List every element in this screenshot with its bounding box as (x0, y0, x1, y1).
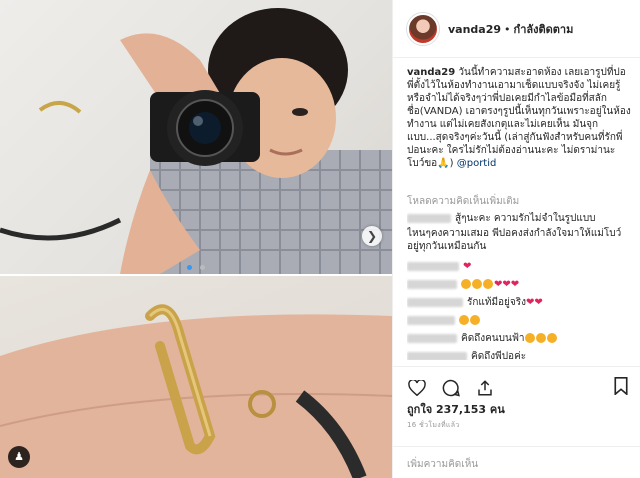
user-tag-icon[interactable]: ♟ (8, 446, 30, 468)
caption-mention[interactable]: @portid (457, 158, 497, 169)
post-header: vanda29 • กำลังติดตาม (393, 0, 640, 58)
smile-emoji-icon (483, 279, 493, 289)
load-more-comments[interactable]: โหลดความคิดเห็นเพิ่มเติม (407, 194, 519, 209)
heart-emoji-icon: ❤ (463, 261, 472, 272)
blurred-username (407, 297, 463, 307)
blurred-username (407, 351, 467, 360)
blurred-username (407, 333, 457, 343)
sad-emoji-icon (524, 333, 535, 343)
smile-emoji-icon (470, 315, 480, 325)
comment-text: คิดถึงพี่ปอค่ะ (471, 351, 527, 360)
comment-row (407, 314, 635, 327)
sad-emoji-icon (535, 333, 546, 343)
comment-text: สู้ๆนะคะ ความรักไม่จำในรูปแบบ (455, 213, 596, 224)
username-link[interactable]: vanda29 (448, 23, 501, 36)
heart-icon[interactable] (407, 378, 427, 398)
photo-bracelet-closeup: ♟ (0, 276, 392, 478)
photo-bracelet-closeup-illustration (0, 304, 392, 478)
post-timestamp[interactable]: 16 ชั่วโมงที่แล้ว (407, 420, 460, 431)
follow-status[interactable]: กำลังติดตาม (514, 23, 574, 36)
post-panel: vanda29 • กำลังติดตาม vanda29 วันนี้ทำความ… (392, 0, 640, 478)
bookmark-icon[interactable] (614, 377, 628, 398)
smile-emoji-icon (461, 279, 471, 289)
comment-text: รักแท้มีอยู่จริง (467, 297, 527, 308)
chevron-right-icon[interactable]: ❯ (362, 226, 382, 246)
carousel-dot (199, 265, 205, 270)
avatar[interactable] (407, 12, 439, 45)
heart-emoji-icon: ❤❤ (526, 297, 543, 308)
blurred-username (407, 213, 451, 223)
photo-man-with-camera: ❯ (0, 0, 392, 274)
carousel-dot (187, 265, 193, 270)
comment-row: คิดถึงคนบนฟ้า (407, 332, 635, 345)
smile-emoji-icon (459, 315, 469, 325)
comment-row: คิดถึงพี่ปอค่ะ (407, 350, 635, 360)
pray-emoji-icon: 🙏 (437, 158, 450, 169)
header-text: vanda29 • กำลังติดตาม (448, 20, 573, 38)
comment-row: รักแท้มีอยู่จริง❤❤ (407, 296, 635, 309)
comment-row: อยู่ทุกวันเหมือนกัน (407, 240, 635, 253)
caption: vanda29 วันนี้ทำความสะอาดห้อง เลยเอารูปท… (407, 67, 631, 169)
share-icon[interactable] (475, 378, 495, 398)
blurred-username (407, 279, 457, 289)
photo-man-with-camera-illustration (0, 8, 392, 274)
comment-row: ❤ (407, 260, 635, 273)
comment-row: สู้ๆนะคะ ความรักไม่จำในรูปแบบ (407, 212, 635, 225)
likes-count[interactable]: ถูกใจ 237,153 คน (407, 400, 505, 418)
caption-username[interactable]: vanda29 (407, 67, 455, 78)
post-media[interactable]: ❯ ♟ (0, 0, 392, 478)
comment-icon[interactable] (441, 378, 461, 398)
blurred-username (407, 315, 455, 325)
sad-emoji-icon (546, 333, 557, 343)
smile-emoji-icon (472, 279, 482, 289)
separator: • (504, 22, 511, 36)
comment-row: ไหนๆคงความเสมอ พี่ปอคงส่งกำลังใจมาให้แม่… (407, 227, 635, 240)
heart-emoji-icon: ❤❤❤ (494, 279, 520, 290)
carousel-dots (0, 262, 392, 273)
comment-text: อยู่ทุกวันเหมือนกัน (407, 241, 487, 252)
caption-text: วันนี้ทำความสะอาดห้อง เลยเอารูปที่ปอพี่ต… (407, 67, 631, 169)
comment-text: ไหนๆคงความเสมอ พี่ปอคงส่งกำลังใจมาให้แม่… (407, 228, 622, 239)
comment-row: ❤❤❤ (407, 278, 635, 291)
comment-text: คิดถึงคนบนฟ้า (461, 333, 525, 344)
add-comment-input[interactable]: เพิ่มความคิดเห็น (393, 446, 640, 478)
blurred-username (407, 261, 459, 271)
